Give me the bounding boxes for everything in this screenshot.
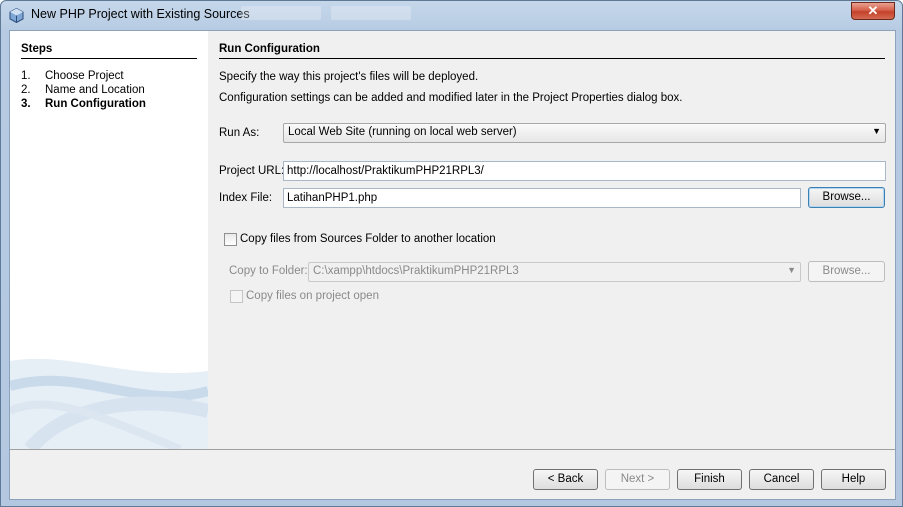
back-button[interactable]: < Back bbox=[533, 469, 598, 490]
step-number: 1. bbox=[21, 70, 31, 82]
background-tab bbox=[241, 6, 321, 20]
netbeans-cube-icon bbox=[9, 8, 24, 23]
dialog-body: Steps 1. Choose Project 2. Name and Locati… bbox=[9, 30, 896, 500]
project-url-field[interactable]: http://localhost/PraktikumPHP21RPL3/ bbox=[283, 161, 886, 181]
divider bbox=[219, 58, 885, 59]
footer-divider bbox=[10, 449, 895, 450]
step-label: Run Configuration bbox=[45, 98, 146, 110]
copy-to-folder-combo[interactable]: C:\xampp\htdocs\PraktikumPHP21RPL3 ▼ bbox=[308, 262, 801, 282]
step-run-configuration: 3. Run Configuration bbox=[21, 98, 146, 110]
copy-to-folder-value: C:\xampp\htdocs\PraktikumPHP21RPL3 bbox=[313, 265, 519, 277]
background-tab bbox=[331, 6, 411, 20]
steps-heading: Steps bbox=[21, 43, 53, 55]
title-bar[interactable]: New PHP Project with Existing Sources ✕ bbox=[1, 1, 902, 30]
help-button[interactable]: Help bbox=[821, 469, 886, 490]
index-file-field[interactable]: LatihanPHP1.php bbox=[283, 188, 801, 208]
project-url-label: Project URL: bbox=[219, 165, 285, 177]
run-as-value: Local Web Site (running on local web ser… bbox=[288, 126, 517, 138]
page-title: Run Configuration bbox=[219, 43, 320, 55]
run-as-select[interactable]: Local Web Site (running on local web ser… bbox=[283, 123, 886, 143]
index-browse-button[interactable]: Browse... bbox=[808, 187, 885, 208]
dropdown-arrow-icon: ▼ bbox=[872, 126, 881, 136]
step-label: Name and Location bbox=[45, 84, 145, 96]
folder-browse-button[interactable]: Browse... bbox=[808, 261, 885, 282]
dropdown-arrow-icon: ▼ bbox=[787, 265, 796, 275]
description-line-1: Specify the way this project's files wil… bbox=[219, 71, 479, 83]
divider bbox=[21, 58, 197, 59]
steps-panel: Steps 1. Choose Project 2. Name and Locati… bbox=[10, 31, 208, 449]
close-button[interactable]: ✕ bbox=[851, 2, 895, 20]
copy-files-checkbox[interactable] bbox=[224, 233, 237, 246]
step-label: Choose Project bbox=[45, 70, 124, 82]
dialog-window: New PHP Project with Existing Sources ✕ … bbox=[0, 0, 903, 507]
finish-button[interactable]: Finish bbox=[677, 469, 742, 490]
step-name-location: 2. Name and Location bbox=[21, 84, 145, 96]
index-file-label: Index File: bbox=[219, 192, 273, 204]
decorative-swoosh bbox=[10, 358, 208, 449]
cancel-button[interactable]: Cancel bbox=[749, 469, 814, 490]
window-title: New PHP Project with Existing Sources bbox=[31, 7, 250, 21]
description-line-2: Configuration settings can be added and … bbox=[219, 92, 683, 104]
copy-to-folder-label: Copy to Folder: bbox=[229, 265, 308, 277]
step-number: 2. bbox=[21, 84, 31, 96]
step-number: 3. bbox=[21, 98, 31, 110]
step-choose-project: 1. Choose Project bbox=[21, 70, 124, 82]
copy-files-label[interactable]: Copy files from Sources Folder to anothe… bbox=[240, 233, 496, 245]
next-button[interactable]: Next > bbox=[605, 469, 670, 490]
copy-on-open-checkbox[interactable] bbox=[230, 290, 243, 303]
copy-on-open-label[interactable]: Copy files on project open bbox=[246, 290, 379, 302]
run-as-label: Run As: bbox=[219, 127, 260, 139]
